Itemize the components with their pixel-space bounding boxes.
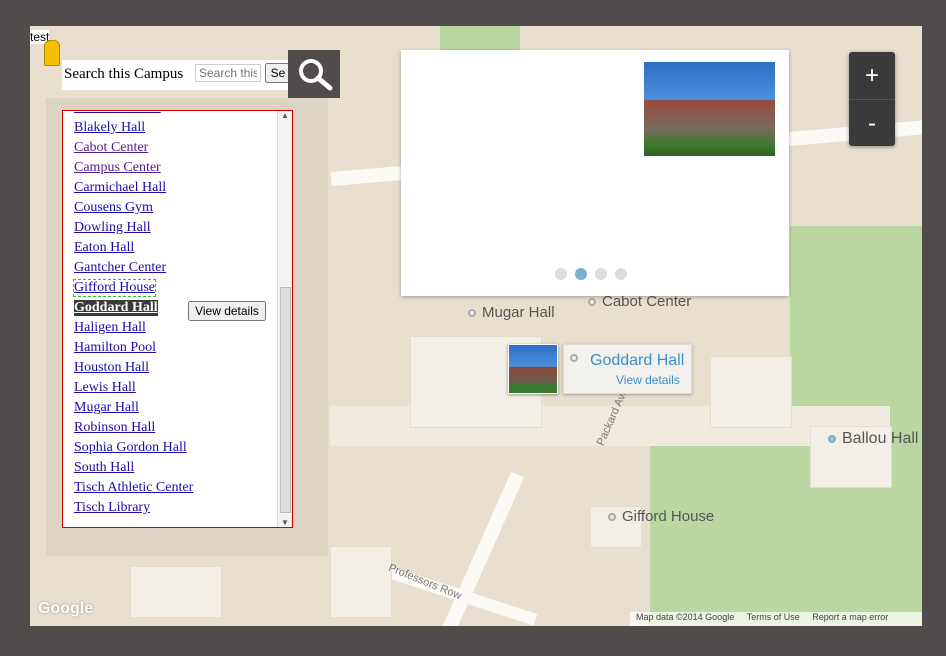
info-card [401,50,789,296]
building-list-item[interactable]: South Hall [74,460,134,476]
view-details-button[interactable]: View details [188,301,266,321]
building-list-item[interactable]: Blakely Hall [74,120,145,136]
carousel-dot[interactable] [615,268,627,280]
map-label-mugar[interactable]: Mugar Hall [468,304,555,321]
map-data-text: Map data ©2014 Google [636,612,735,622]
building-list-item[interactable]: Carmichael Hall [74,180,166,196]
building-list-item[interactable]: Lewis Hall [74,380,136,396]
pegman-icon[interactable] [44,40,60,66]
building-list-item[interactable]: Gantcher Center [74,260,166,276]
building-shape [330,546,392,618]
map-label-ballou[interactable]: Ballou Hall [828,430,918,448]
marker-title[interactable]: Goddard Hall [590,352,684,370]
zoom-control: + - [849,52,895,146]
scroll-up-arrow[interactable]: ▲ [278,111,292,120]
building-list-item[interactable]: Gifford House [72,279,157,297]
map-attribution: Map data ©2014 Google Terms of Use Repor… [630,612,922,626]
search-icon [299,59,333,91]
building-list-item[interactable]: Tisch Library [74,500,150,516]
building-list-item[interactable]: Cabot Center [74,140,148,156]
building-list-item[interactable]: Robinson Hall [74,420,155,436]
building-list-item[interactable]: Goddard Hall [74,300,158,316]
zoom-in-button[interactable]: + [849,52,895,100]
building-list-item[interactable]: Sophia Gordon Hall [74,440,187,456]
building-list-item[interactable]: Bendetson Hall [74,111,161,116]
building-list-item[interactable]: Eaton Hall [74,240,134,256]
report-error-link[interactable]: Report a map error [812,612,888,622]
building-list-item[interactable]: Dowling Hall [74,220,151,236]
map-pin-icon [608,513,616,522]
building-shape [710,356,792,428]
carousel-dot[interactable] [575,268,587,280]
building-list-item[interactable]: Cousens Gym [74,200,153,216]
map-pin-icon [588,298,596,307]
carousel-dot[interactable] [555,268,567,280]
map-pin-icon [570,354,578,362]
scroll-thumb[interactable] [280,287,291,513]
building-list[interactable]: Bendetson Hall Blakely Hall Cabot Center Ca… [62,110,293,528]
search-label: Search this Campus [64,66,184,82]
park-area [440,26,520,50]
list-scrollbar[interactable]: ▲ ▼ [277,111,292,527]
building-shape [130,566,222,618]
search-button[interactable] [288,50,340,98]
map-pin-icon [468,309,476,318]
building-list-item[interactable]: Tisch Athletic Center [74,480,193,496]
search-bar: Search this Campus Se [62,60,291,90]
scroll-down-arrow[interactable]: ▼ [278,518,292,527]
building-list-item[interactable]: Campus Center [74,160,161,176]
carousel-dots [551,267,631,285]
map-pin-icon [828,434,836,443]
zoom-out-button[interactable]: - [849,100,895,147]
carousel-dot[interactable] [595,268,607,280]
marker-card[interactable]: Goddard Hall View details [563,344,692,394]
building-photo [644,62,775,156]
marker-view-details-link[interactable]: View details [616,373,680,387]
street-label-professors-row: Professors Row [386,561,464,603]
building-list-item[interactable]: Mugar Hall [74,400,139,416]
search-input[interactable] [195,64,261,82]
building-list-item[interactable]: Houston Hall [74,360,149,376]
building-list-item[interactable]: Hamilton Pool [74,340,156,356]
building-list-item[interactable]: Haligen Hall [74,320,146,336]
google-logo: Google [38,600,94,617]
terms-link[interactable]: Terms of Use [747,612,800,622]
marker-thumbnail[interactable] [508,344,558,394]
map-label-gifford[interactable]: Gifford House [608,508,714,525]
